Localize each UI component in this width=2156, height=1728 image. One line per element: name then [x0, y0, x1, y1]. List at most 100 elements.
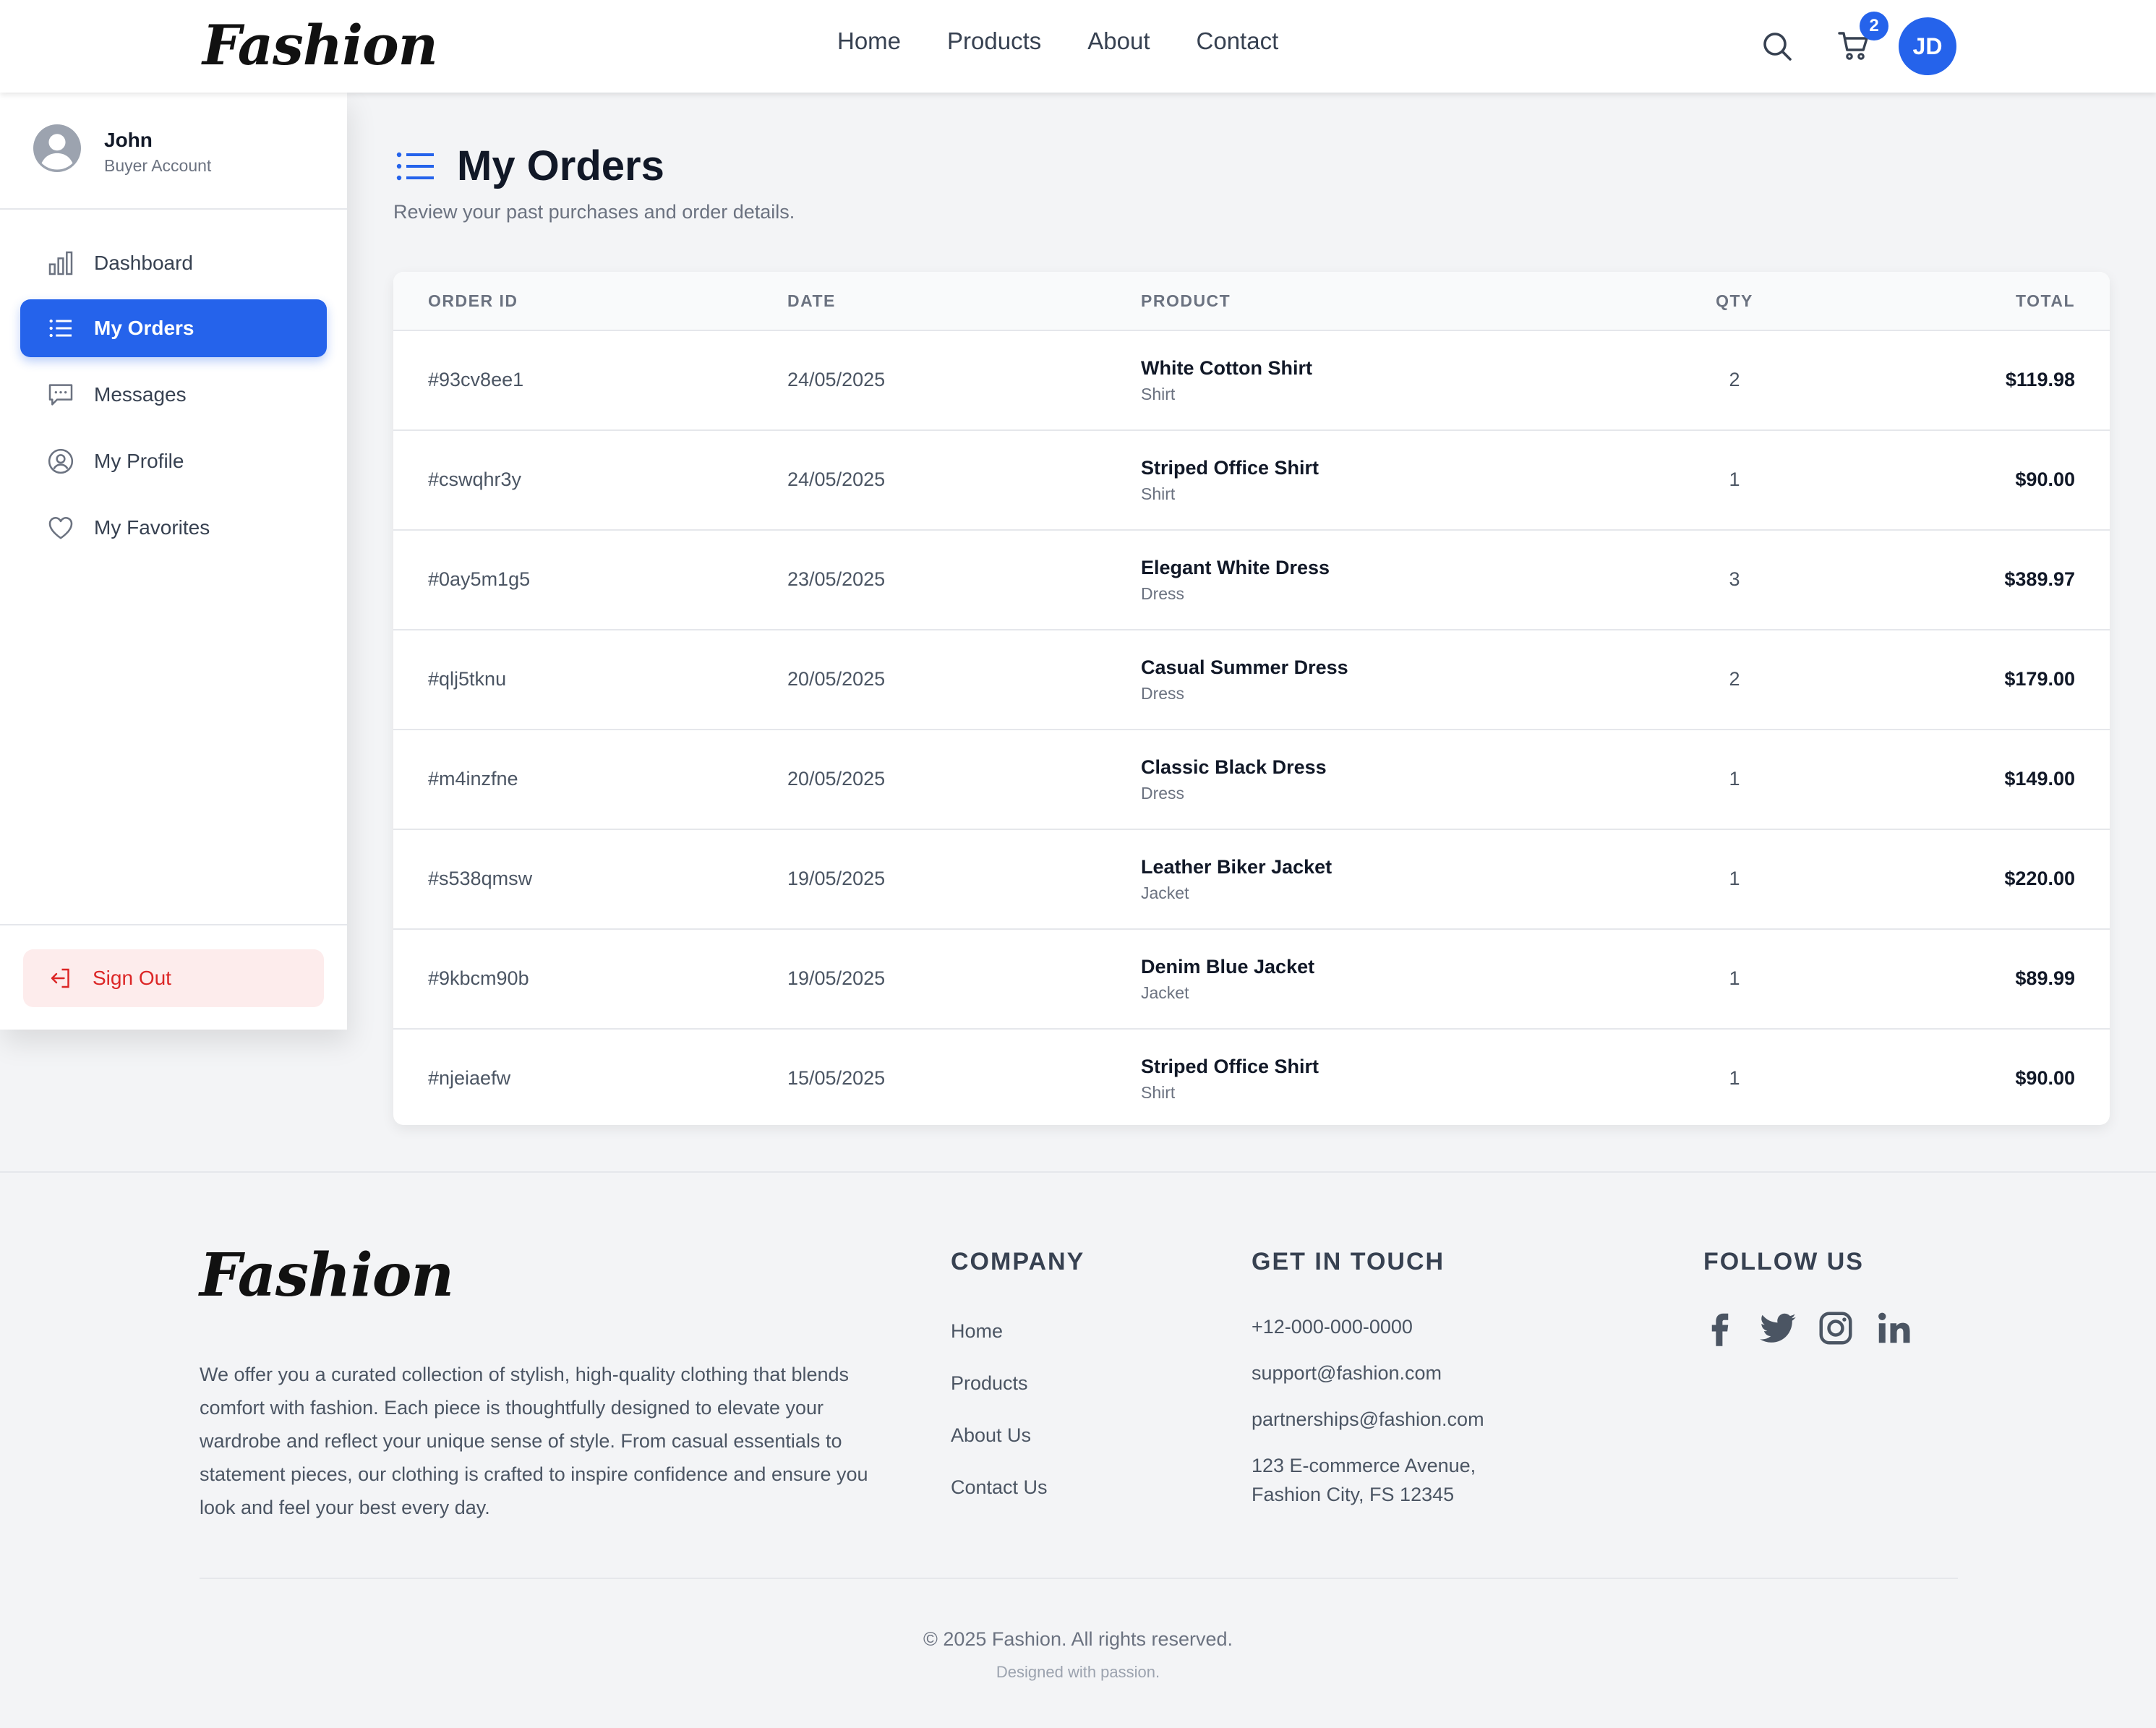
order-date: 23/05/2025: [787, 568, 886, 590]
sign-out-icon: [51, 968, 69, 988]
sign-out-button[interactable]: Sign Out: [23, 949, 324, 1007]
nav-about[interactable]: About: [1087, 27, 1150, 55]
table-row[interactable]: #s538qmsw 19/05/2025 Leather Biker Jacke…: [393, 830, 2110, 930]
order-total: $220.00: [2004, 868, 2075, 889]
order-id: #s538qmsw: [428, 868, 533, 889]
column-header-qty: QTY: [1716, 291, 1753, 310]
orders-table: ORDER ID DATE PRODUCT QTY TOTAL #93cv8ee…: [393, 272, 2110, 1125]
footer-support-email[interactable]: support@fashion.com: [1252, 1362, 1442, 1385]
column-header-date: DATE: [787, 291, 836, 310]
linkedin-icon[interactable]: [1874, 1309, 1913, 1348]
order-qty: 1: [1729, 967, 1740, 989]
order-total: $179.00: [2004, 668, 2075, 690]
order-id: #9kbcm90b: [428, 967, 529, 989]
table-row[interactable]: #njeiaefw 15/05/2025 Striped Office Shir…: [393, 1030, 2110, 1125]
footer-address-line2: Fashion City, FS 12345: [1252, 1484, 1455, 1505]
order-total: $89.99: [2015, 967, 2075, 989]
order-total: $90.00: [2015, 1067, 2075, 1089]
order-id: #m4inzfne: [428, 768, 518, 790]
product-category: Jacket: [1141, 983, 1189, 1002]
order-id: #0ay5m1g5: [428, 568, 531, 590]
order-id: #njeiaefw: [428, 1067, 511, 1089]
top-header: Fashion Home Products About Contact 2 JD: [0, 0, 2156, 93]
page-subtitle: Review your past purchases and order det…: [393, 201, 795, 223]
sidebar-item-my-profile[interactable]: My Profile: [20, 432, 327, 490]
sidebar-item-dashboard[interactable]: Dashboard: [20, 234, 327, 292]
footer-company-heading: COMPANY: [951, 1248, 1085, 1275]
order-date: 20/05/2025: [787, 768, 886, 790]
table-row[interactable]: #93cv8ee1 24/05/2025 White Cotton Shirt …: [393, 331, 2110, 431]
order-id: #qlj5tknu: [428, 668, 507, 690]
order-total: $389.97: [2004, 568, 2075, 590]
footer-logo[interactable]: Fashion: [200, 1241, 454, 1310]
sidebar-item-my-orders[interactable]: My Orders: [20, 299, 327, 357]
table-row[interactable]: #cswqhr3y 24/05/2025 Striped Office Shir…: [393, 431, 2110, 531]
footer-contact-heading: GET IN TOUCH: [1252, 1248, 1445, 1275]
user-avatar-icon: [33, 124, 81, 172]
brand-logo[interactable]: Fashion: [202, 13, 438, 77]
footer-address-line1: 123 E-commerce Avenue,: [1252, 1455, 1476, 1476]
column-header-order-id: ORDER ID: [428, 291, 518, 310]
sidebar-user-card: John Buyer Account: [0, 93, 347, 210]
order-date: 15/05/2025: [787, 1067, 886, 1089]
nav-products[interactable]: Products: [947, 27, 1041, 55]
order-id: #cswqhr3y: [428, 469, 522, 490]
footer-divider: [200, 1578, 1958, 1579]
order-total: $90.00: [2015, 469, 2075, 490]
table-row[interactable]: #m4inzfne 20/05/2025 Classic Black Dress…: [393, 730, 2110, 830]
footer-partnerships-email[interactable]: partnerships@fashion.com: [1252, 1408, 1484, 1431]
search-icon[interactable]: [1760, 29, 1794, 64]
twitter-icon[interactable]: [1758, 1309, 1797, 1348]
sidebar-item-label: My Favorites: [94, 516, 210, 539]
instagram-icon[interactable]: [1816, 1309, 1855, 1348]
product-category: Shirt: [1141, 1083, 1176, 1102]
product-name: Striped Office Shirt: [1141, 457, 1319, 479]
main-nav: Home Products About Contact: [837, 27, 1278, 55]
column-header-product: PRODUCT: [1141, 291, 1231, 310]
product-name: White Cotton Shirt: [1141, 357, 1312, 379]
sidebar-item-label: Dashboard: [94, 252, 193, 274]
site-footer: Fashion We offer you a curated collectio…: [0, 1171, 2156, 1728]
order-qty: 1: [1729, 1067, 1740, 1089]
order-date: 19/05/2025: [787, 868, 886, 889]
column-header-total: TOTAL: [2015, 291, 2075, 310]
footer-follow-heading: FOLLOW US: [1703, 1248, 1864, 1275]
product-category: Dress: [1141, 584, 1185, 603]
footer-tagline: Designed with passion.: [996, 1663, 1160, 1681]
footer-link-about-us[interactable]: About Us: [951, 1424, 1031, 1447]
footer-link-home[interactable]: Home: [951, 1320, 1003, 1343]
order-date: 20/05/2025: [787, 668, 886, 690]
sidebar-user-name: John: [104, 129, 153, 151]
footer-link-products[interactable]: Products: [951, 1372, 1028, 1395]
product-category: Jacket: [1141, 884, 1189, 902]
product-category: Dress: [1141, 684, 1185, 703]
footer-phone[interactable]: +12-000-000-0000: [1252, 1316, 1413, 1338]
table-header: ORDER ID DATE PRODUCT QTY TOTAL: [393, 272, 2110, 331]
footer-description: We offer you a curated collection of sty…: [200, 1364, 868, 1518]
order-date: 24/05/2025: [787, 469, 886, 490]
table-row[interactable]: #9kbcm90b 19/05/2025 Denim Blue Jacket J…: [393, 930, 2110, 1030]
sidebar-item-label: My Orders: [94, 317, 194, 339]
facebook-icon[interactable]: [1701, 1309, 1740, 1348]
chat-icon: [48, 384, 73, 406]
product-category: Shirt: [1141, 484, 1176, 503]
table-row[interactable]: #qlj5tknu 20/05/2025 Casual Summer Dress…: [393, 630, 2110, 730]
bar-chart-icon: [48, 251, 73, 275]
sidebar-item-my-favorites[interactable]: My Favorites: [20, 499, 327, 557]
product-name: Leather Biker Jacket: [1141, 856, 1332, 878]
order-qty: 2: [1729, 369, 1740, 390]
order-id: #93cv8ee1: [428, 369, 524, 390]
sign-out-label: Sign Out: [93, 967, 171, 989]
nav-home[interactable]: Home: [837, 27, 901, 55]
user-avatar-button[interactable]: JD: [1899, 17, 1956, 75]
footer-link-contact-us[interactable]: Contact Us: [951, 1476, 1048, 1499]
product-name: Elegant White Dress: [1141, 557, 1330, 578]
order-qty: 2: [1729, 668, 1740, 690]
sidebar-item-label: Messages: [94, 383, 187, 406]
sidebar-item-messages[interactable]: Messages: [20, 366, 327, 424]
list-icon: [396, 152, 434, 181]
user-circle-icon: [48, 448, 74, 474]
order-qty: 1: [1729, 768, 1740, 790]
nav-contact[interactable]: Contact: [1197, 27, 1279, 55]
table-row[interactable]: #0ay5m1g5 23/05/2025 Elegant White Dress…: [393, 531, 2110, 630]
